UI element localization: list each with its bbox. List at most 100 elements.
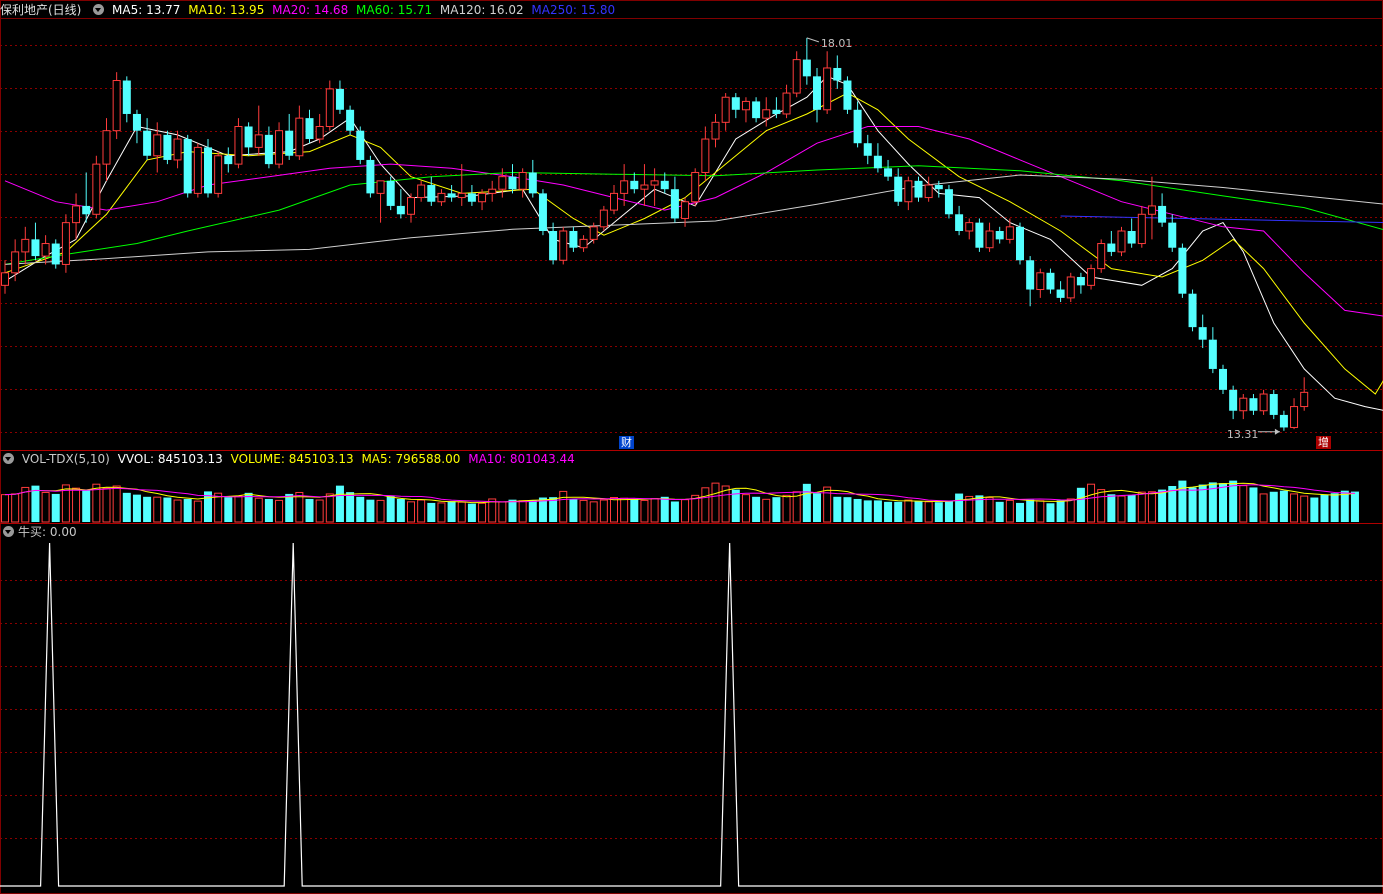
candle-body	[843, 80, 852, 110]
volume-bar	[914, 501, 923, 522]
candle-body	[670, 189, 679, 219]
volume-bar	[467, 503, 476, 522]
candle-body	[894, 176, 903, 202]
vvol-label: VVOL: 845103.13	[117, 452, 223, 466]
volume-bar	[681, 499, 690, 523]
volume-bar	[985, 497, 994, 523]
candle-body	[183, 139, 192, 194]
candle-body	[264, 134, 273, 165]
candle-body	[975, 222, 984, 248]
candle-body	[21, 238, 30, 253]
candle-body	[1056, 289, 1065, 298]
volume-bar	[579, 499, 588, 523]
candle-body	[934, 185, 943, 190]
volume-bar	[1239, 485, 1248, 523]
share-increase-marker[interactable]: 增	[1316, 436, 1331, 449]
volume-bar	[813, 493, 821, 522]
candle-body	[407, 197, 415, 215]
volume-bar	[1249, 487, 1258, 522]
candle-body	[1117, 230, 1126, 253]
dropdown-circle-icon[interactable]	[3, 526, 14, 537]
volume-bar	[630, 499, 639, 522]
volume-bar	[1056, 500, 1065, 522]
candle-body	[325, 88, 334, 127]
candle-body	[1107, 243, 1116, 252]
volume-bar	[1087, 483, 1096, 523]
indicator-name: 牛买	[18, 525, 43, 539]
ma120-label: MA120: 16.02	[439, 3, 524, 17]
candle-body	[1208, 339, 1217, 369]
volume-bar	[264, 498, 273, 522]
candle-body	[346, 109, 355, 131]
volume-bar	[315, 499, 324, 523]
candle-body	[792, 59, 801, 94]
ma60-label: MA60: 15.71	[356, 3, 433, 17]
ma10-label: MA10: 13.95	[188, 3, 265, 17]
indicator-panel-header: 牛买: 0.00	[0, 524, 81, 540]
volume-bar	[823, 486, 832, 523]
volume-bar	[244, 492, 253, 522]
volume-bar	[112, 485, 121, 523]
candle-body	[417, 184, 426, 199]
volume-bar	[853, 498, 862, 522]
volume-bar	[498, 501, 507, 523]
volume-bar	[884, 501, 893, 522]
candle-body	[305, 118, 314, 140]
volume-bar	[599, 499, 608, 523]
candle-body	[72, 205, 81, 224]
candle-body	[315, 126, 324, 140]
volume-bar	[508, 499, 517, 522]
candle-body	[498, 176, 507, 190]
candle-body	[396, 205, 405, 215]
volume-bar	[163, 497, 172, 522]
volume-bar	[234, 495, 243, 523]
stock-chart-window: 18.01 13.31 保利地产(日线) MA5: 13.77 MA10: 13.…	[0, 0, 1383, 894]
dropdown-circle-icon[interactable]	[93, 4, 105, 15]
volume-bar	[1066, 498, 1075, 523]
candle-body	[1, 272, 9, 286]
candle-body	[762, 109, 771, 119]
candle-body	[254, 134, 263, 148]
financial-report-marker[interactable]: 财	[619, 436, 634, 449]
candle-body	[132, 113, 141, 131]
candle-body	[437, 192, 446, 203]
volume-bar	[478, 502, 487, 523]
volume-bar	[752, 496, 761, 522]
volume-bar	[843, 497, 852, 522]
volume-bar	[102, 488, 111, 523]
volume-ma10-label: MA10: 801043.44	[468, 452, 575, 466]
candle-body	[528, 172, 537, 194]
candle-body	[204, 147, 212, 194]
candle-body	[427, 185, 436, 202]
volume-bar	[660, 496, 669, 522]
volume-bar	[1076, 487, 1085, 522]
volume-bar	[275, 499, 284, 523]
candle-body	[335, 88, 344, 110]
candle-body	[782, 92, 791, 115]
candle-body	[650, 180, 659, 186]
volume-bar	[132, 494, 141, 522]
candle-body	[41, 243, 50, 257]
candle-body	[61, 222, 70, 265]
candle-body	[681, 201, 690, 219]
volume-bar	[143, 496, 152, 522]
candle-body	[31, 239, 40, 257]
candle-body	[549, 231, 558, 261]
volume-bar	[518, 500, 527, 523]
candle-body	[244, 126, 253, 148]
volume-bar	[366, 499, 375, 522]
dropdown-circle-icon[interactable]	[3, 453, 14, 464]
volume-bar	[772, 497, 781, 522]
volume-bar	[417, 499, 426, 523]
candle-body	[691, 171, 700, 203]
candle-body	[457, 192, 466, 199]
candle-body	[92, 163, 101, 215]
volume-bar	[1279, 490, 1288, 522]
volume-bar	[1016, 502, 1024, 522]
volume-bar	[1117, 495, 1126, 523]
candle-body	[1178, 247, 1187, 294]
volume-bar	[1259, 493, 1268, 523]
candle-body	[1290, 406, 1299, 428]
candle-body	[122, 80, 131, 114]
candle-body	[1198, 327, 1207, 340]
